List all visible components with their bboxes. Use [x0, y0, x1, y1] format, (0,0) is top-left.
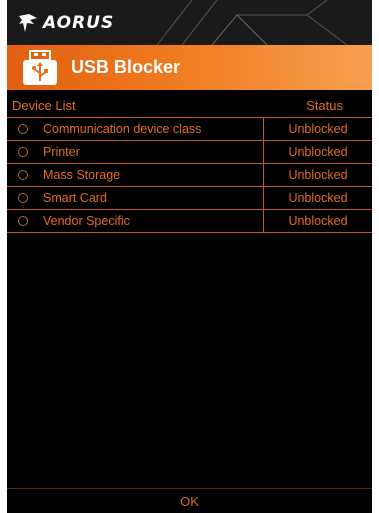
device-name: Printer: [43, 145, 80, 159]
table-row[interactable]: Smart Card Unblocked: [7, 186, 372, 210]
table-row[interactable]: Vendor Specific Unblocked: [7, 209, 372, 233]
device-name: Mass Storage: [43, 168, 121, 182]
device-name: Vendor Specific: [43, 214, 130, 228]
device-name: Smart Card: [43, 191, 107, 205]
status-cell: Unblocked: [263, 164, 372, 186]
ok-button[interactable]: OK: [180, 494, 199, 509]
aorus-logo: AORUS: [17, 10, 114, 36]
status-header: Status: [306, 98, 343, 113]
table-row[interactable]: Printer Unblocked: [7, 140, 372, 164]
radio-button[interactable]: [18, 216, 28, 226]
status-cell: Unblocked: [263, 187, 372, 209]
table-row[interactable]: Communication device class Unblocked: [7, 117, 372, 141]
radio-button[interactable]: [18, 147, 28, 157]
status-cell: Unblocked: [263, 118, 372, 140]
device-list-header: Device List: [12, 98, 76, 113]
status-cell: Unblocked: [263, 210, 372, 232]
radio-button[interactable]: [18, 124, 28, 134]
logo-text: AORUS: [43, 13, 115, 33]
brand-bar: AORUS: [7, 0, 372, 45]
page-title: USB Blocker: [71, 57, 181, 77]
radio-button[interactable]: [18, 170, 28, 180]
usb-blocker-window: AORUS USB Blocker Device List Status Com…: [7, 0, 372, 513]
aorus-eagle-icon: [19, 14, 37, 32]
table-header: Device List Status: [7, 90, 372, 118]
radio-button[interactable]: [18, 193, 28, 203]
table-row[interactable]: Mass Storage Unblocked: [7, 163, 372, 187]
status-cell: Unblocked: [263, 141, 372, 163]
footer-bar: OK: [7, 488, 372, 513]
device-table: Communication device class Unblocked Pri…: [7, 117, 372, 233]
usb-drive-icon: [19, 49, 61, 87]
device-name: Communication device class: [43, 122, 202, 136]
title-bar: USB Blocker: [7, 45, 372, 90]
